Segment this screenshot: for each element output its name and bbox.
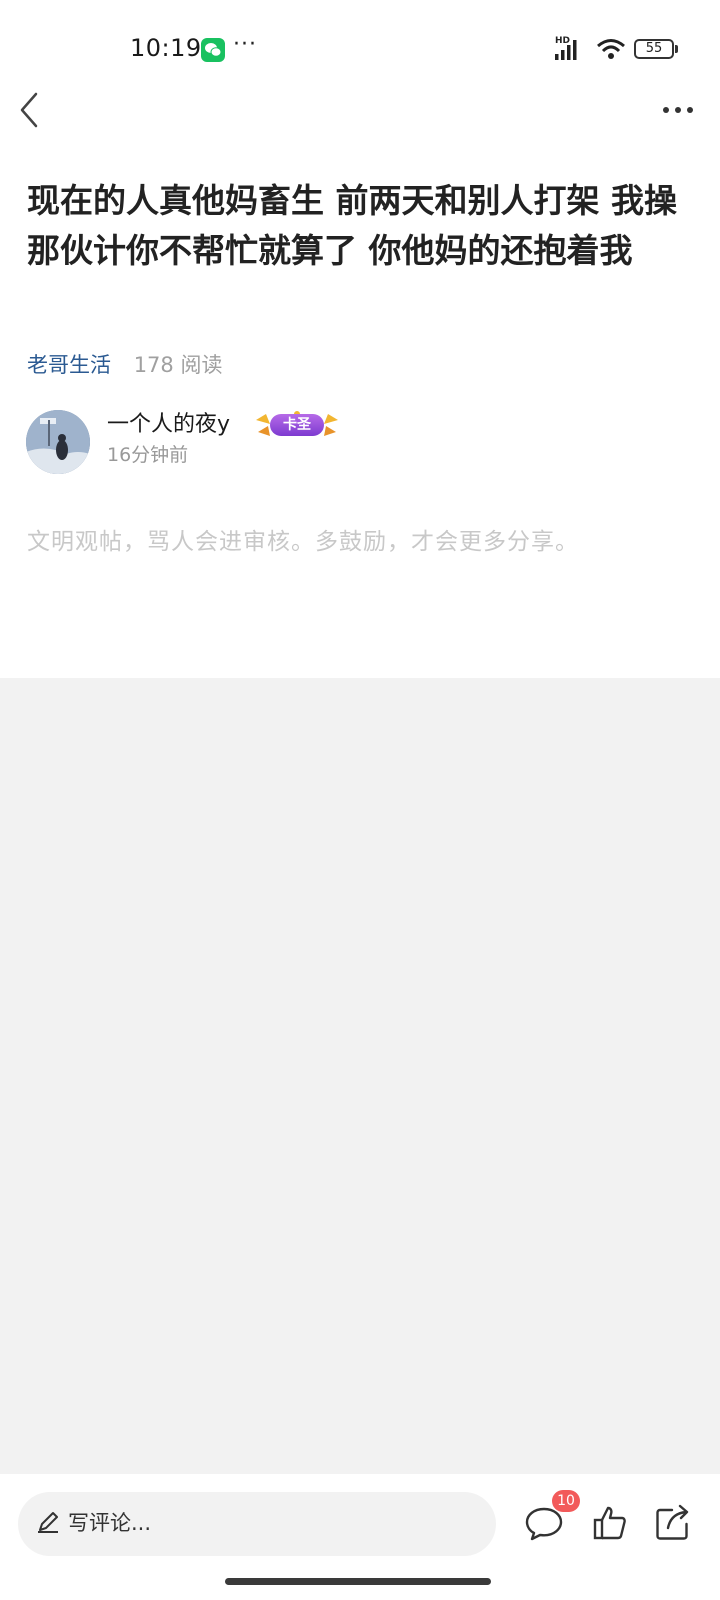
- like-button[interactable]: [592, 1502, 628, 1542]
- author-name[interactable]: 一个人的夜y: [107, 410, 230, 440]
- comment-count-badge: 10: [552, 1490, 580, 1512]
- signal-icon: [555, 40, 577, 60]
- avatar-image: [26, 410, 90, 474]
- comments-area: [0, 678, 720, 1474]
- chevron-left-icon: [20, 92, 38, 128]
- thumbs-up-icon: [593, 1506, 626, 1540]
- post-meta: 老哥生活 178 阅读: [27, 350, 222, 380]
- author-badge-label: 卡圣: [270, 414, 324, 436]
- author-avatar[interactable]: [26, 410, 90, 474]
- comment-placeholder[interactable]: 写评论...: [68, 1508, 151, 1538]
- status-bar: 10:19 ··· HD 55: [0, 0, 720, 96]
- share-icon: [656, 1504, 689, 1540]
- post-title: 现在的人真他妈畜生 前两天和别人打架 我操 那伙计你不帮忙就算了 你他妈的还抱着…: [27, 181, 677, 270]
- battery-indicator: 55: [634, 39, 674, 59]
- wifi-icon: [597, 39, 625, 59]
- wechat-icon: [201, 38, 225, 62]
- status-more-dots: ···: [233, 32, 257, 57]
- status-time: 10:19: [130, 34, 202, 62]
- post-time: 16分钟前: [107, 444, 189, 466]
- pencil-icon: [38, 1512, 58, 1533]
- comment-guideline-hint: 文明观帖，骂人会进审核。多鼓励，才会更多分享。: [27, 529, 579, 555]
- home-indicator[interactable]: [225, 1578, 491, 1585]
- back-button[interactable]: [14, 88, 54, 132]
- more-horizontal-icon: [663, 107, 693, 113]
- battery-tip: [675, 45, 678, 53]
- more-options-button[interactable]: [660, 96, 700, 124]
- read-count: 178 阅读: [133, 353, 223, 377]
- share-button[interactable]: [654, 1502, 692, 1542]
- category-link[interactable]: 老哥生活: [27, 353, 111, 377]
